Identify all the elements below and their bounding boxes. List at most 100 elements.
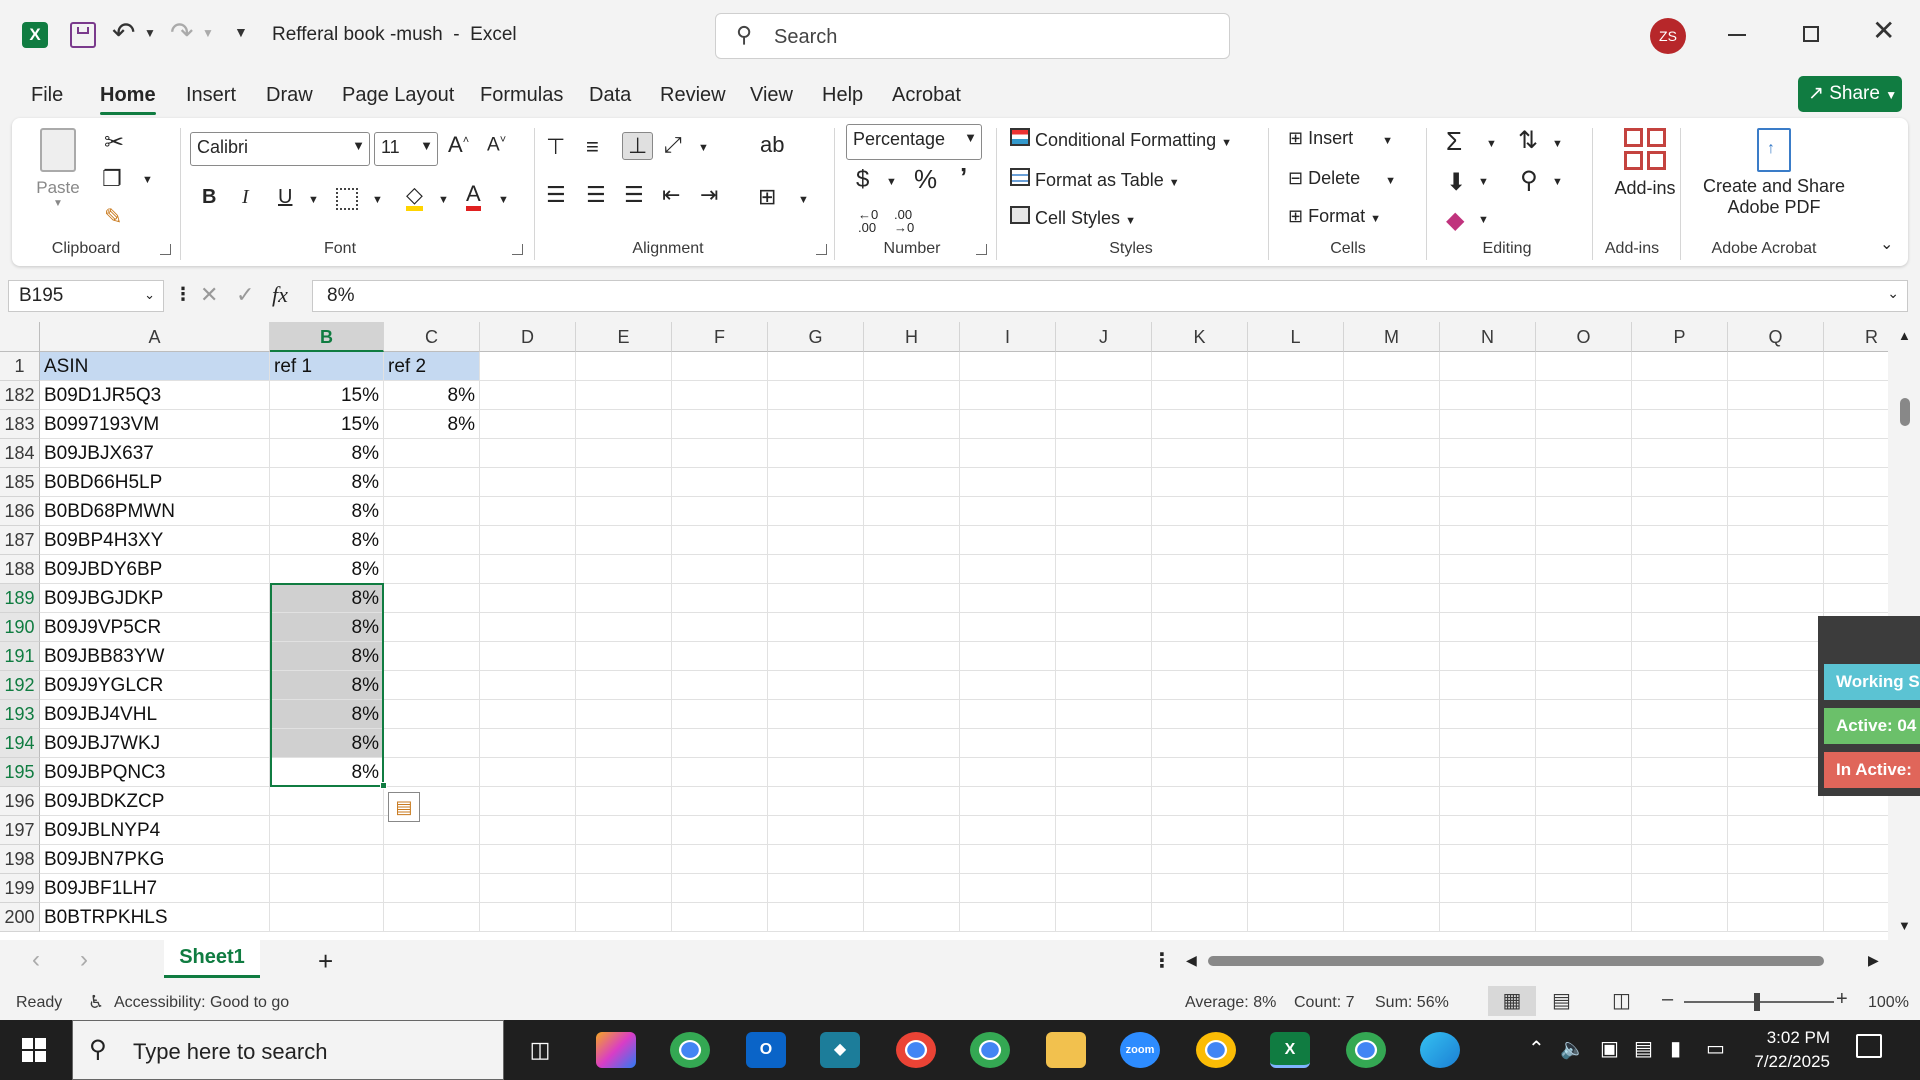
tab-formulas[interactable]: Formulas (480, 84, 563, 107)
table-cell[interactable]: 8% (270, 584, 384, 613)
empty-cells[interactable] (480, 526, 1888, 555)
row-header[interactable]: 198 (0, 845, 40, 874)
column-header-a[interactable]: A (40, 322, 270, 352)
column-header-c[interactable]: C (384, 322, 480, 352)
copy-icon[interactable]: ❐ (102, 166, 122, 192)
delete-cells-button[interactable]: ⊟ Delete ▼ (1288, 168, 1396, 189)
table-cell[interactable]: 8% (270, 555, 384, 584)
table-cell[interactable]: B09JBGJDKP (40, 584, 270, 613)
table-cell[interactable] (270, 845, 384, 874)
horizontal-scrollbar[interactable]: ◀ ▶ (1184, 950, 1884, 972)
empty-cells[interactable] (480, 845, 1888, 874)
increase-decimal-icon[interactable]: ←0.00 (858, 208, 878, 234)
notifications-icon[interactable] (1856, 1034, 1882, 1058)
windows-start-icon[interactable] (22, 1038, 46, 1062)
new-sheet-button[interactable]: + (318, 946, 333, 977)
minimize-button[interactable] (1728, 34, 1746, 36)
worksheet-grid[interactable]: ABCDEFGHIJKLMNOPQR 1 ASIN ref 1 ref 2 182 B09… (0, 322, 1920, 940)
empty-cells[interactable] (480, 352, 1888, 381)
tab-home[interactable]: Home (100, 84, 156, 115)
empty-cells[interactable] (480, 555, 1888, 584)
customize-qat-icon[interactable]: ▼ (234, 24, 248, 40)
merge-center-icon[interactable]: ⊞ (758, 184, 776, 210)
font-size-select[interactable]: 11 ▼ (374, 132, 438, 166)
row-header[interactable]: 189 (0, 584, 40, 613)
table-cell[interactable]: 8% (270, 671, 384, 700)
table-cell[interactable] (384, 845, 480, 874)
tray-chevron-icon[interactable]: ⌃ (1528, 1036, 1545, 1061)
app-icon[interactable]: ◆ (820, 1032, 860, 1068)
empty-cells[interactable] (480, 584, 1888, 613)
outlook-icon[interactable]: O (746, 1032, 786, 1068)
tab-page-layout[interactable]: Page Layout (342, 84, 454, 107)
row-header[interactable]: 183 (0, 410, 40, 439)
row-header[interactable]: 200 (0, 903, 40, 932)
create-share-pdf-button[interactable]: ↑ Create and Share Adobe PDF (1692, 128, 1856, 218)
empty-cells[interactable] (480, 497, 1888, 526)
table-cell[interactable]: 8% (384, 410, 480, 439)
empty-cells[interactable] (480, 816, 1888, 845)
copilot-icon[interactable] (596, 1032, 636, 1068)
percent-icon[interactable]: % (914, 164, 937, 195)
table-cell[interactable]: 8% (270, 729, 384, 758)
scroll-thumb[interactable] (1208, 956, 1824, 966)
borders-dropdown-icon[interactable]: ▼ (372, 194, 383, 206)
accessibility-status[interactable]: Accessibility: Good to go (114, 994, 289, 1012)
column-header-i[interactable]: I (960, 322, 1056, 352)
number-format-select[interactable]: Percentage ▼ (846, 124, 982, 160)
paste-button[interactable]: Paste ▼ (36, 128, 80, 224)
increase-indent-icon[interactable]: ⇥ (700, 182, 718, 208)
scroll-down-icon[interactable]: ▼ (1898, 918, 1911, 933)
column-header-j[interactable]: J (1056, 322, 1152, 352)
empty-cells[interactable] (480, 642, 1888, 671)
table-cell[interactable] (384, 439, 480, 468)
font-color-dropdown-icon[interactable]: ▼ (498, 194, 509, 206)
decrease-font-icon[interactable]: A˅ (487, 134, 506, 156)
table-cell[interactable] (270, 874, 384, 903)
copy-dropdown-icon[interactable]: ▼ (142, 174, 153, 186)
alignment-launcher-icon[interactable] (816, 244, 827, 255)
collapse-ribbon-icon[interactable]: ⌄ (1880, 234, 1893, 254)
column-header-m[interactable]: M (1344, 322, 1440, 352)
table-cell[interactable] (384, 526, 480, 555)
row-header[interactable]: 1 (0, 352, 40, 381)
column-header-l[interactable]: L (1248, 322, 1344, 352)
table-cell[interactable]: B09J9YGLCR (40, 671, 270, 700)
align-left-icon[interactable]: ☰ (546, 182, 566, 208)
expand-formula-icon[interactable]: ⌄ (1887, 285, 1899, 302)
quick-analysis-icon[interactable]: ▤ (388, 792, 420, 822)
currency-icon[interactable]: $ (856, 166, 869, 194)
table-cell[interactable] (384, 584, 480, 613)
align-right-icon[interactable]: ☰ (624, 182, 644, 208)
row-header[interactable]: 197 (0, 816, 40, 845)
table-cell[interactable]: B0BD68PMWN (40, 497, 270, 526)
table-cell[interactable]: B0BD66H5LP (40, 468, 270, 497)
wrap-text-icon[interactable]: ab (760, 132, 784, 158)
autosum-dropdown-icon[interactable]: ▼ (1486, 138, 1497, 150)
row-header[interactable]: 185 (0, 468, 40, 497)
table-cell[interactable] (270, 816, 384, 845)
empty-cells[interactable] (480, 671, 1888, 700)
table-cell[interactable] (384, 729, 480, 758)
save-icon[interactable] (70, 22, 96, 48)
avatar[interactable]: ZS (1650, 18, 1686, 54)
bold-icon[interactable]: B (202, 186, 216, 209)
chrome-profile-icon[interactable] (896, 1032, 936, 1068)
empty-cells[interactable] (480, 410, 1888, 439)
find-select-dropdown-icon[interactable]: ▼ (1552, 176, 1563, 188)
battery-icon[interactable]: ▮ (1670, 1036, 1681, 1061)
table-cell[interactable]: 8% (270, 468, 384, 497)
table-cell[interactable]: 8% (270, 758, 384, 787)
column-header-o[interactable]: O (1536, 322, 1632, 352)
currency-dropdown-icon[interactable]: ▼ (886, 176, 897, 188)
borders-icon[interactable] (336, 188, 358, 210)
scroll-thumb[interactable] (1900, 398, 1910, 426)
underline-dropdown-icon[interactable]: ▼ (308, 194, 319, 206)
font-launcher-icon[interactable] (512, 244, 523, 255)
undo-icon[interactable]: ↶ (112, 16, 135, 49)
table-cell[interactable]: B09JBF1LH7 (40, 874, 270, 903)
table-cell[interactable]: 8% (270, 700, 384, 729)
table-cell[interactable]: 8% (270, 642, 384, 671)
row-header[interactable]: 196 (0, 787, 40, 816)
table-cell[interactable] (384, 497, 480, 526)
